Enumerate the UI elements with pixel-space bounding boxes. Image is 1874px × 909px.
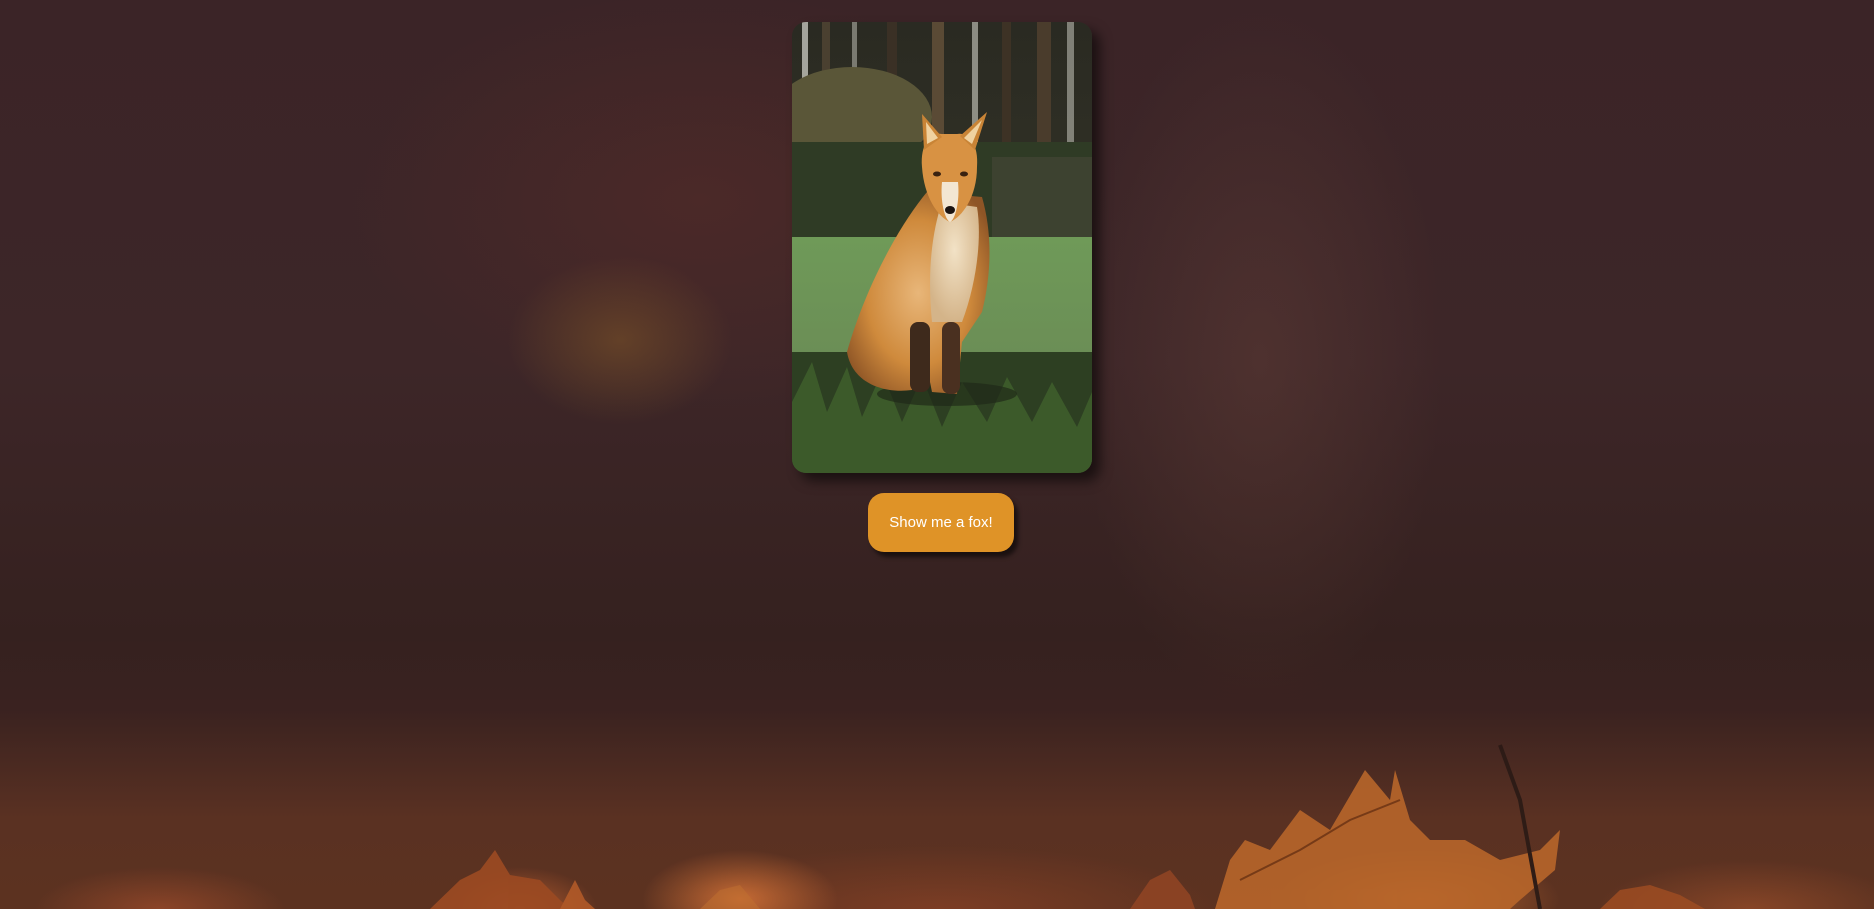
show-fox-button[interactable]: Show me a fox! bbox=[868, 493, 1014, 552]
fox-photo-card bbox=[792, 22, 1092, 473]
fox-photo bbox=[792, 22, 1092, 473]
